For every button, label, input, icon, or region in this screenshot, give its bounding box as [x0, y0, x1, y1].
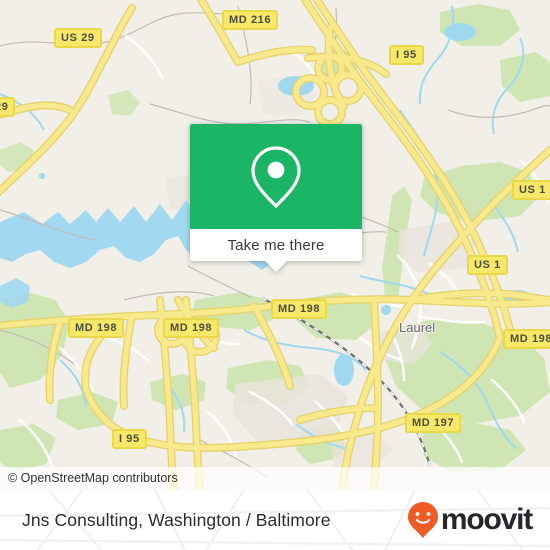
callout-header: [190, 124, 362, 229]
page-title: Jns Consulting, Washington / Baltimore: [22, 509, 331, 530]
road-shield: MD 216: [222, 10, 279, 30]
callout-action[interactable]: Take me there: [190, 229, 362, 261]
moovit-pin-smiley-icon: [407, 502, 438, 538]
osm-attribution[interactable]: © OpenStreetMap contributors: [0, 467, 550, 490]
road-shield: US 29: [54, 28, 102, 48]
road-shield: US 1: [467, 255, 508, 275]
place-label: Laurel: [399, 320, 436, 335]
take-me-there-label: Take me there: [227, 236, 325, 254]
callout-pointer: [264, 260, 288, 272]
moovit-wordmark: moovit: [440, 503, 533, 536]
map-pin-icon: [251, 145, 301, 208]
location-callout-card[interactable]: Take me there: [190, 124, 362, 272]
footer-bar: Jns Consulting, Washington / Baltimore m…: [0, 490, 550, 550]
road-shield: MD 198: [503, 329, 550, 349]
road-shield: MD 198: [163, 318, 220, 338]
road-shield: MD 197: [405, 413, 462, 433]
map-screenshot-root: US 29 MD 216 I 95 29 US 1 US 1 MD 198 MD 198 MD …: [0, 0, 550, 550]
road-shield: I 95: [389, 45, 424, 65]
road-shield: I 95: [112, 429, 147, 449]
road-shield: 29: [0, 97, 16, 117]
road-shield: MD 198: [68, 318, 125, 338]
map-canvas[interactable]: US 29 MD 216 I 95 29 US 1 US 1 MD 198 MD 198 MD …: [0, 0, 550, 490]
road-shield: MD 198: [271, 299, 328, 319]
moovit-logo[interactable]: moovit: [407, 501, 533, 539]
road-shield: US 1: [512, 180, 550, 200]
